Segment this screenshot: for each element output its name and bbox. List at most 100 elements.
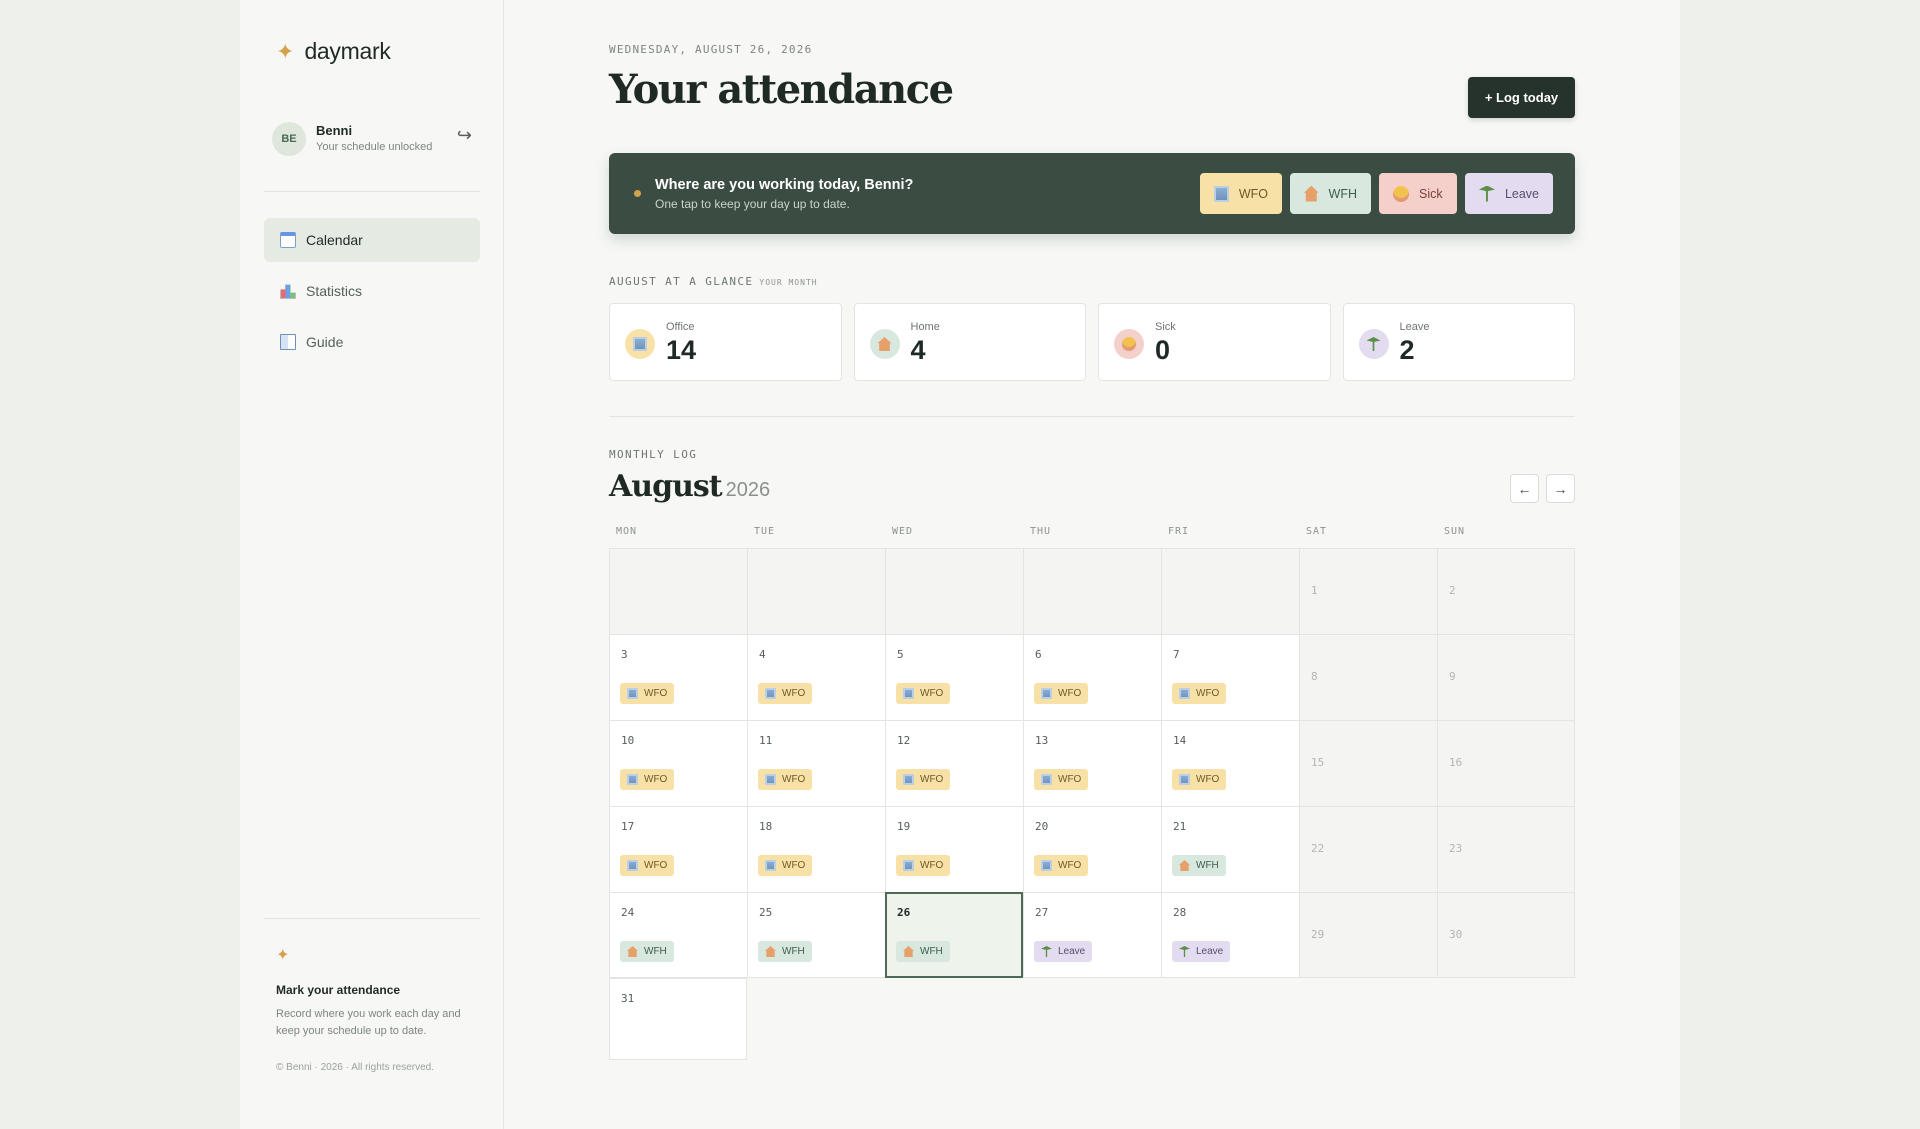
calendar-empty-cell — [1023, 548, 1161, 634]
day-number: 10 — [621, 734, 635, 747]
calendar-day-cell[interactable]: 7 WFO — [1161, 634, 1299, 720]
sick-button[interactable]: Sick — [1379, 173, 1457, 214]
office-building-icon — [1041, 860, 1052, 871]
office-building-icon — [903, 860, 914, 871]
day-number: 14 — [1173, 734, 1187, 747]
stat-value: 0 — [1155, 335, 1171, 365]
calendar-day-cell[interactable]: 10 WFO — [609, 720, 747, 806]
office-building-icon — [627, 860, 638, 871]
calendar-day-cell[interactable]: 24 WFH — [609, 892, 747, 978]
sidebar-divider — [264, 191, 480, 192]
bar-chart-icon — [280, 284, 296, 299]
calendar-day-cell[interactable]: 14 WFO — [1161, 720, 1299, 806]
wfh-button[interactable]: WFH — [1290, 173, 1371, 214]
quick-log-banner: Where are you working today, Benni? One … — [609, 153, 1575, 234]
status-label: WFO — [1058, 774, 1082, 785]
sparkle-icon: ✦ — [276, 38, 295, 64]
status-badge: WFO — [1034, 683, 1089, 704]
calendar-day-cell: 16 — [1437, 720, 1575, 806]
house-icon — [765, 946, 776, 957]
calendar-week-row: 31 — [609, 978, 1575, 1060]
status-label: WFO — [920, 860, 944, 871]
status-badge: WFO — [1172, 769, 1227, 790]
calendar-day-cell[interactable]: 17 WFO — [609, 806, 747, 892]
calendar-day-cell: 22 — [1299, 806, 1437, 892]
logout-icon[interactable]: ↪ — [457, 125, 472, 146]
day-number: 17 — [621, 820, 635, 833]
tip-text: Record where you work each day and keep … — [276, 1008, 461, 1037]
status-label: Leave — [1058, 946, 1086, 957]
month-year: 2026 — [725, 479, 771, 501]
day-number: 3 — [621, 648, 628, 661]
calendar-day-cell[interactable]: 20 WFO — [1023, 806, 1161, 892]
status-label: WFO — [1058, 688, 1082, 699]
house-icon — [903, 946, 914, 957]
calendar-day-cell: 23 — [1437, 806, 1575, 892]
calendar-day-cell[interactable]: 13 WFO — [1023, 720, 1161, 806]
sick-face-icon — [1393, 185, 1409, 202]
weekday-label: SAT — [1306, 526, 1328, 537]
leave-label: Leave — [1504, 186, 1539, 201]
office-building-icon — [1214, 185, 1229, 202]
calendar-day-cell[interactable]: 3 WFO — [609, 634, 747, 720]
status-label: WFH — [782, 946, 805, 957]
status-badge: Leave — [1172, 941, 1231, 962]
house-icon — [627, 946, 638, 957]
status-label: WFO — [1058, 860, 1082, 871]
day-number: 16 — [1449, 756, 1463, 769]
stat-card-office: Office 14 — [609, 303, 842, 381]
day-number: 5 — [897, 648, 904, 661]
calendar-day-cell[interactable]: 6 WFO — [1023, 634, 1161, 720]
calendar-day-cell[interactable]: 25 WFH — [747, 892, 885, 978]
leave-button[interactable]: Leave — [1465, 173, 1553, 214]
calendar-day-cell: 8 — [1299, 634, 1437, 720]
sidebar-item-calendar[interactable]: Calendar — [264, 218, 480, 262]
status-badge: WFH — [1172, 855, 1226, 876]
day-number: 20 — [1035, 820, 1049, 833]
calendar-day-cell[interactable]: 19 WFO — [885, 806, 1023, 892]
office-building-icon — [1041, 688, 1052, 699]
calendar-day-cell[interactable]: 12 WFO — [885, 720, 1023, 806]
status-badge: Leave — [1034, 941, 1093, 962]
calendar-empty-cell — [747, 548, 885, 634]
status-badge: WFH — [896, 941, 950, 962]
calendar-day-cell[interactable]: 26 WFH — [885, 892, 1023, 978]
logo[interactable]: ✦ daymark — [276, 38, 391, 65]
calendar-day-cell[interactable]: 18 WFO — [747, 806, 885, 892]
log-today-button[interactable]: + Log today — [1468, 77, 1575, 118]
status-options: WFO WFH Sick Leave — [1200, 173, 1553, 214]
sidebar-item-label: Calendar — [306, 232, 363, 248]
calendar-empty-cell — [885, 548, 1023, 634]
calendar-day-cell[interactable]: 5 WFO — [885, 634, 1023, 720]
sidebar-item-statistics[interactable]: Statistics — [264, 269, 480, 313]
calendar-week-row: 12 — [609, 548, 1575, 634]
sidebar-item-guide[interactable]: Guide — [264, 320, 480, 364]
calendar-grid: 1 2 3 WFO 4 WFO 5 WFO 6 WFO 7 WFO 8 9 10 WFO 11 WFO 12 WFO 1… — [609, 548, 1575, 1060]
attendance-tip: ✦ Mark your attendance Record where you … — [276, 945, 466, 1073]
glance-heading: AUGUST AT A GLANCE YOUR MONTH — [609, 275, 818, 288]
office-building-icon — [1179, 688, 1190, 699]
calendar-day-cell[interactable]: 27 Leave — [1023, 892, 1161, 978]
house-icon — [1304, 185, 1319, 202]
calendar-day-cell[interactable]: 4 WFO — [747, 634, 885, 720]
day-number: 26 — [897, 906, 911, 919]
calendar-week-row: 10 WFO 11 WFO 12 WFO 13 WFO 14 WFO 15 16 — [609, 720, 1575, 806]
wfo-button[interactable]: WFO — [1200, 173, 1282, 214]
next-month-button[interactable]: → — [1546, 474, 1575, 503]
stat-value: 4 — [910, 335, 926, 365]
stat-value: 14 — [666, 335, 697, 365]
calendar-day-cell[interactable]: 11 WFO — [747, 720, 885, 806]
sick-face-icon — [1114, 329, 1144, 359]
status-badge: WFO — [758, 683, 813, 704]
prev-month-button[interactable]: ← — [1510, 474, 1539, 503]
day-number: 31 — [621, 992, 635, 1005]
day-number: 1 — [1311, 584, 1318, 597]
monthly-log-heading: MONTHLY LOG — [609, 448, 698, 461]
calendar-day-cell[interactable]: 21 WFH — [1161, 806, 1299, 892]
status-badge: WFO — [620, 769, 675, 790]
calendar-day-cell[interactable]: 28 Leave — [1161, 892, 1299, 978]
calendar-day-cell[interactable]: 31 — [609, 978, 747, 1060]
weekday-header: MON TUE WED THU FRI SAT SUN — [609, 526, 1575, 537]
weekday-label: MON — [616, 526, 638, 537]
stat-card-home: Home 4 — [853, 303, 1086, 381]
